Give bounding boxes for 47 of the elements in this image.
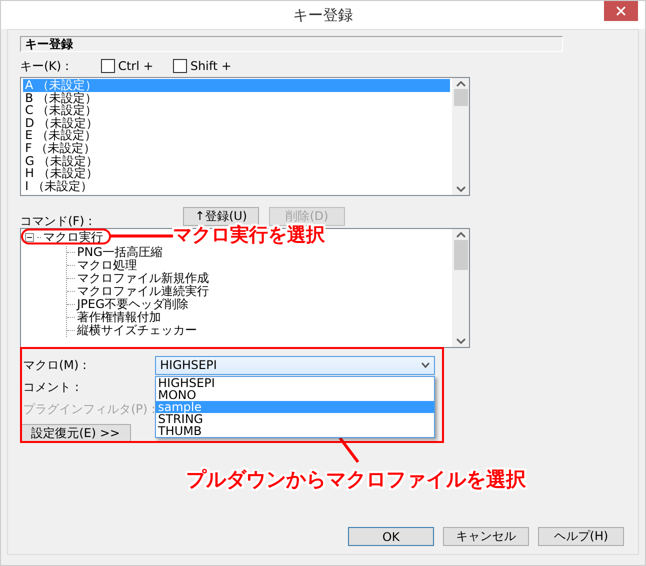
modifier-checkbox[interactable]: Shift + [173,59,232,73]
scrollbar[interactable] [452,78,469,195]
command-label: コマンド(F) : [20,213,94,230]
key-label: キー(K) : [20,58,70,74]
key-list-item[interactable]: E （未設定） [23,129,450,142]
comment-label: コメント : [23,378,79,396]
tree-node[interactable]: JPEG不要ヘッダ削除 [67,298,189,311]
key-list-item[interactable]: F （未設定） [23,142,450,155]
dialog-button[interactable]: キャンセル [443,527,529,546]
dropdown-option[interactable]: HIGHSEPI [156,376,434,388]
tree-node[interactable]: マクロ処理 [67,259,137,272]
dropdown-option[interactable]: STRING [156,412,434,424]
tree-node[interactable]: マクロファイル新規作成 [67,272,209,285]
scrollbar-thumb[interactable] [454,240,468,270]
scrollbar[interactable] [452,229,469,347]
annotation-text: マクロ実行を選択 [173,223,325,248]
close-button[interactable] [604,1,638,21]
key-list-item[interactable]: B （未設定） [23,92,450,104]
modifier-checkbox[interactable]: Ctrl + [101,59,154,73]
leader-line [338,436,362,464]
register-button[interactable]: ↑登録(U) [183,207,259,226]
scroll-up-icon[interactable] [456,232,466,238]
annotation-text: プルダウンからマクロファイルを選択 [186,466,526,493]
tree-node[interactable]: PNG一括高圧縮 [67,246,163,259]
key-list-item[interactable]: G （未設定） [23,154,450,168]
dialog-button[interactable]: ヘルプ(H) [538,527,624,546]
dropdown-option[interactable]: MONO [156,388,434,400]
dialog-button[interactable]: OK [348,527,434,546]
group-title: キー登録 [20,36,563,52]
collapse-icon[interactable] [25,233,34,242]
dropdown-option[interactable]: THUMB [156,424,434,436]
scroll-down-icon[interactable] [456,338,466,344]
plugin-filter-label: プラグインフィルタ(P) : [23,400,156,418]
key-list-item[interactable]: D （未設定） [23,116,450,130]
key-list-item[interactable]: I （未設定） [23,180,450,192]
tree-node[interactable]: マクロファイル連続実行 [67,285,209,298]
key-list-item[interactable]: H （未設定） [23,167,450,180]
scroll-down-icon[interactable] [456,186,466,192]
scrollbar-thumb[interactable] [454,89,468,106]
chevron-down-icon [421,362,430,368]
macro-label: マクロ(M) : [23,356,87,374]
window-title: キー登録 [293,6,353,24]
scroll-up-icon[interactable] [456,81,466,87]
tree-node[interactable]: 著作権情報付加 [67,311,161,324]
close-icon [616,6,626,16]
key-list-item[interactable]: C （未設定） [23,104,450,117]
tree-node[interactable]: 縦横サイズチェッカー [67,324,197,337]
